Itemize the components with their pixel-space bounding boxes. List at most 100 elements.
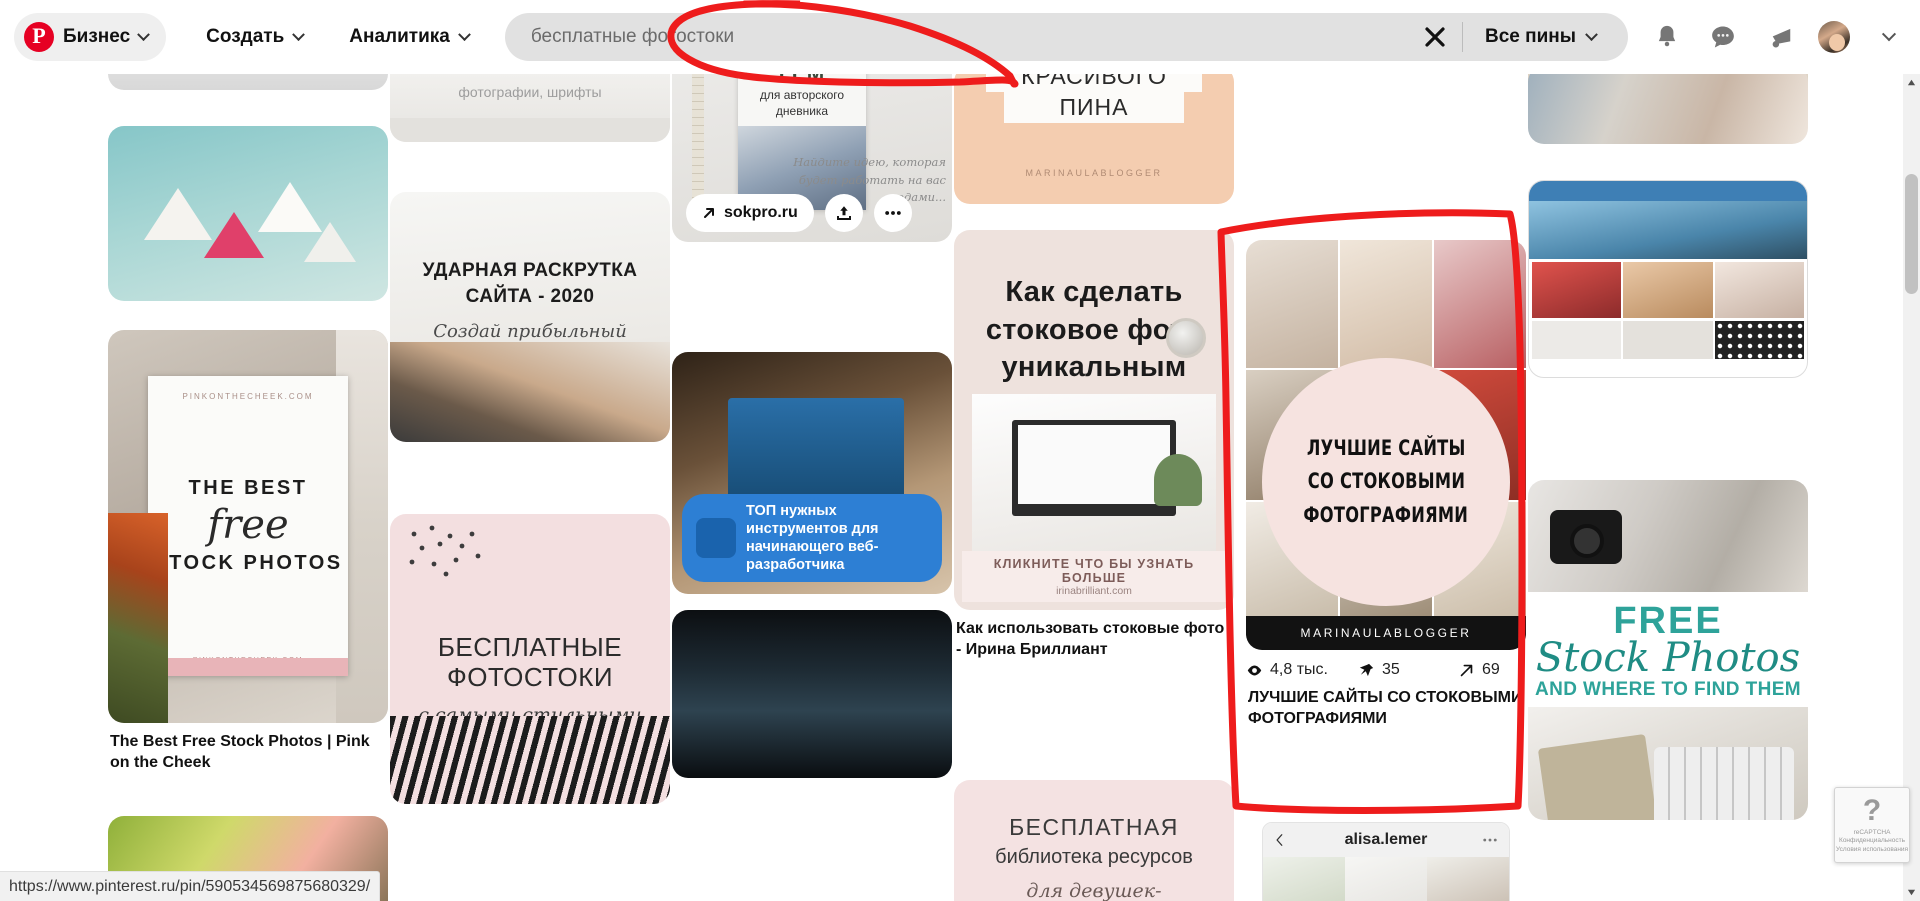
- share-button[interactable]: [824, 194, 863, 232]
- pin-card[interactable]: ГЕМ для авторского дневника Найдите идею…: [672, 74, 952, 242]
- account-menu-button[interactable]: [1872, 20, 1906, 54]
- decor-site-hero: [1529, 201, 1807, 259]
- instagram-grid: [1263, 857, 1509, 901]
- pin-image-krasivyy-pin: СОЗДАНИЯ КРАСИВОГО ПИНА MARINAULABLOGGER: [954, 74, 1234, 204]
- triangle-down-icon: [1907, 889, 1916, 896]
- arrow-outward-icon: [704, 208, 714, 218]
- decor-laptop-photo: [972, 394, 1216, 554]
- pin-caption[interactable]: ЛУЧШИЕ САЙТЫ СО СТОКОВЫМИ ФОТОГРАФИЯМИ: [1246, 688, 1526, 730]
- pin-image-instagram-alisa: alisa.lemer: [1262, 822, 1510, 901]
- pin-art-subtitle1: для авторского: [759, 88, 845, 102]
- pin-art-line2: КРАСИВОГО: [986, 74, 1202, 93]
- page-scrollbar[interactable]: [1903, 74, 1920, 901]
- search-input[interactable]: [530, 26, 1420, 48]
- search-bar[interactable]: Все пины: [504, 13, 1628, 61]
- pin-card[interactable]: УДАРНАЯ РАСКРУТКА САЙТА - 2020 Создай пр…: [390, 192, 670, 442]
- recaptcha-badge[interactable]: ? reCAPTCHA Конфиденциальность Условия и…: [1834, 787, 1910, 863]
- scrollbar-thumb[interactable]: [1905, 174, 1918, 294]
- chevron-down-icon: [137, 27, 151, 41]
- business-menu-button[interactable]: P Бизнес: [14, 13, 167, 61]
- pin-image-laptop-tools: ТОП нужных инструментов для начинающего …: [672, 352, 952, 594]
- pin-art-line1: УДАРНАЯ РАСКРУТКА: [422, 260, 638, 282]
- status-bar-url: https://www.pinterest.ru/pin/59053456987…: [9, 877, 371, 895]
- analytics-menu-label: Аналитика: [349, 26, 450, 47]
- pin-art-line1: THE BEST: [188, 477, 308, 499]
- pin-card[interactable]: [672, 610, 952, 778]
- business-menu-label: Бизнес: [63, 26, 131, 47]
- pin-art-line1: фотографии, шрифты: [458, 84, 602, 100]
- pin-card[interactable]: PINKONTHECHEEK.COM THE BEST free STOCK P…: [108, 330, 388, 774]
- pin-stat-clicks: 69: [1458, 661, 1500, 679]
- pin-caption[interactable]: The Best Free Stock Photos | Pink on the…: [108, 732, 388, 774]
- pin-art-banner-line2: начинающего веб-разработчика: [746, 538, 879, 573]
- pin-art-line3: ПИНА: [1004, 92, 1184, 124]
- pin-image-fonts: фотографии, шрифты: [390, 74, 670, 142]
- pin-source-label: sokpro.ru: [724, 204, 798, 221]
- pin-art-line2: САЙТА - 2020: [465, 285, 595, 307]
- pin-source-link[interactable]: sokpro.ru: [686, 194, 814, 232]
- pin-card[interactable]: Как сделать стоковое фото уникальным КЛИ…: [954, 230, 1234, 661]
- recaptcha-text: reCAPTCHA Конфиденциальность Условия исп…: [1836, 829, 1908, 853]
- pin-art-cta-url: irinabrilliant.com: [1056, 585, 1132, 597]
- pin-art-banner-line1: ТОП нужных инструментов для: [746, 502, 879, 537]
- pin-card[interactable]: БЕСПЛАТНАЯ библиотека ресурсов для девуш…: [954, 780, 1234, 901]
- pin-card[interactable]: [1528, 180, 1808, 378]
- pin-art-footer: MARINAULABLOGGER: [1025, 168, 1163, 178]
- pin-art-line1: ЛУЧШИЕ САЙТЫ: [1306, 435, 1466, 460]
- pin-art-topline: PINKONTHECHEEK.COM: [182, 392, 314, 401]
- pin-stats-row: 4,8 тыс. 35 69: [1246, 661, 1526, 679]
- pin-art-title: ГЕМ: [738, 74, 866, 86]
- pin-card[interactable]: [1528, 74, 1808, 144]
- pin-image-biblioteka: БЕСПЛАТНАЯ библиотека ресурсов для девуш…: [954, 780, 1234, 901]
- instagram-username: alisa.lemer: [1344, 831, 1428, 848]
- search-results-grid: PINKONTHECHEEK.COM THE BEST free STOCK P…: [0, 74, 1920, 901]
- arrow-outward-icon: [1460, 664, 1473, 676]
- user-avatar[interactable]: [1818, 21, 1850, 53]
- create-menu-button[interactable]: Создать: [200, 13, 309, 61]
- decor-site-footer: [1529, 321, 1807, 362]
- pinterest-logo-icon: P: [24, 22, 54, 52]
- pin-caption[interactable]: Как использовать стоковые фото - Ирина Б…: [954, 619, 1234, 661]
- pin-card[interactable]: ТОП нужных инструментов для начинающего …: [672, 352, 952, 594]
- megaphone-icon: [1772, 28, 1791, 48]
- header-icon-group: [1650, 20, 1906, 54]
- browser-status-bar: https://www.pinterest.ru/pin/59053456987…: [0, 871, 381, 901]
- scroll-up-button[interactable]: [1903, 74, 1920, 91]
- pin-art-line3: ФОТОГРАФИЯМИ: [1303, 502, 1469, 527]
- all-pins-filter-button[interactable]: Все пины: [1463, 26, 1610, 48]
- pin-art-line2: библиотека ресурсов: [995, 846, 1193, 868]
- more-options-button[interactable]: [873, 194, 912, 232]
- pin-card[interactable]: БЕСПЛАТНЫЕ ФОТОСТОКИ с самыми стильными …: [390, 514, 670, 804]
- pin-card[interactable]: FREE Stock Photos AND WHERE TO FIND THEM…: [1528, 480, 1808, 820]
- pin-art-text: FREE Stock Photos AND WHERE TO FIND THEM: [1528, 592, 1808, 701]
- analytics-menu-button[interactable]: Аналитика: [343, 13, 475, 61]
- pin-art-banner-text: ТОП нужных инструментов для начинающего …: [746, 502, 928, 575]
- chevron-down-icon: [457, 27, 471, 41]
- share-icon: [836, 206, 851, 220]
- pin-card[interactable]: фотографии, шрифты: [390, 74, 670, 142]
- decor-flowers: [108, 513, 168, 723]
- chevron-down-icon: [1585, 27, 1598, 41]
- decor-girl-illustration: [390, 716, 670, 804]
- pin-card[interactable]: СОЗДАНИЯ КРАСИВОГО ПИНА MARINAULABLOGGER: [954, 74, 1234, 204]
- messages-button[interactable]: [1706, 20, 1740, 54]
- pin-image-people: [1528, 74, 1808, 144]
- pin-card-highlighted[interactable]: ЛУЧШИЕ САЙТЫ СО СТОКОВЫМИ ФОТОГРАФИЯМИ M…: [1246, 240, 1526, 730]
- ads-announcement-button[interactable]: [1762, 20, 1796, 54]
- pin-hover-overlay: sokpro.ru: [686, 194, 938, 232]
- recaptcha-line2: Конфиденциальность: [1839, 837, 1905, 845]
- scroll-down-button[interactable]: [1903, 884, 1920, 901]
- decor-desk-photo: [390, 342, 670, 442]
- notifications-button[interactable]: [1650, 20, 1684, 54]
- pin-card[interactable]: alisa.lemer: [1262, 822, 1510, 901]
- chevron-down-icon: [292, 27, 306, 41]
- decor-laptop: [1012, 420, 1176, 516]
- pin-card[interactable]: [108, 126, 388, 301]
- create-menu-label: Создать: [206, 26, 285, 47]
- pin-art-circle: ЛУЧШИЕ САЙТЫ СО СТОКОВЫМИ ФОТОГРАФИЯМИ: [1262, 358, 1510, 606]
- clear-search-button[interactable]: [1420, 22, 1450, 52]
- pin-art-card: PINKONTHECHEEK.COM THE BEST free STOCK P…: [148, 376, 348, 676]
- pin-art-subtitle2: дневника: [775, 104, 829, 119]
- decor-notebook: [1537, 733, 1659, 820]
- pin-card[interactable]: [108, 74, 388, 90]
